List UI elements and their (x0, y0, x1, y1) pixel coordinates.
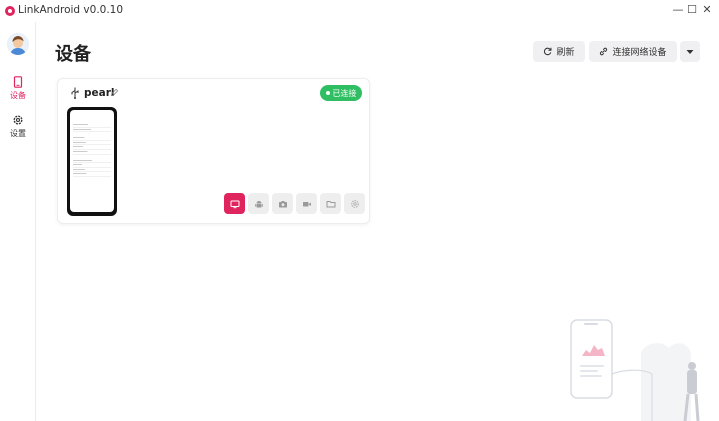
connect-network-device-button[interactable]: 连接网络设备 (589, 41, 677, 62)
screenshot-button[interactable] (272, 193, 293, 214)
device-card: pearl 已连接 (57, 78, 370, 224)
phone-screen-thumbnail (70, 110, 114, 212)
gear-icon (13, 115, 23, 125)
sidebar-item-label: 设备 (10, 91, 26, 100)
status-dot-icon (325, 91, 330, 95)
device-screen-preview[interactable] (67, 107, 117, 216)
sidebar: 设备 设置 (0, 22, 36, 421)
device-icon (13, 76, 23, 88)
caret-down-icon (686, 49, 694, 54)
close-button[interactable]: ✕ (699, 2, 715, 18)
sidebar-item-label: 设置 (10, 129, 26, 138)
page-title: 设备 (55, 44, 91, 65)
adb-shell-button[interactable] (248, 193, 269, 214)
app-title: LinkAndroid v0.0.10 (18, 4, 124, 16)
avatar[interactable] (7, 33, 29, 55)
connect-label: 连接网络设备 (612, 48, 667, 58)
edit-icon[interactable] (110, 88, 119, 97)
folder-icon (326, 200, 335, 207)
device-settings-button[interactable] (344, 193, 365, 214)
device-toolbar (224, 193, 365, 215)
usb-icon (71, 87, 79, 99)
maximize-button[interactable]: ☐ (684, 2, 700, 18)
screen-mirror-button[interactable] (224, 193, 245, 214)
status-label: 已连接 (332, 88, 357, 98)
app-logo-icon (5, 6, 15, 16)
camera-icon (278, 200, 287, 207)
title-bar: LinkAndroid v0.0.10 — ☐ ✕ (0, 0, 719, 22)
record-button[interactable] (296, 193, 317, 214)
video-icon (302, 201, 311, 206)
more-dropdown-button[interactable] (680, 41, 700, 62)
android-icon (254, 200, 263, 207)
sidebar-item-devices[interactable]: 设备 (0, 76, 36, 101)
file-manager-button[interactable] (320, 193, 341, 214)
refresh-button[interactable]: 刷新 (533, 41, 585, 62)
sidebar-item-settings[interactable]: 设置 (0, 114, 36, 139)
screen-mirror-icon (230, 200, 239, 208)
status-badge: 已连接 (320, 85, 362, 101)
settings-icon (350, 199, 359, 208)
link-icon (600, 47, 608, 56)
refresh-icon (544, 47, 552, 56)
phone-illustration (570, 319, 700, 421)
refresh-label: 刷新 (556, 48, 575, 58)
